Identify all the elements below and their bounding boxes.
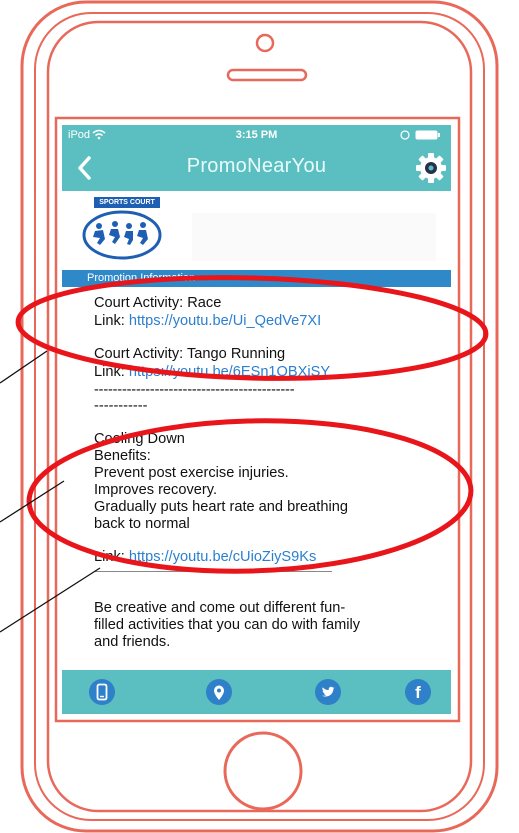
twitter-bird-icon xyxy=(321,686,335,697)
cooldown-title: Cooling Down xyxy=(94,431,185,447)
tab-facebook[interactable]: f xyxy=(405,679,431,705)
activity-1-link[interactable]: https://youtu.be/Ui_QedVe7XI xyxy=(129,313,321,329)
merchant-name-box xyxy=(192,213,436,261)
status-time: 3:15 PM xyxy=(235,129,278,141)
running-figures-logo-icon xyxy=(82,210,162,260)
navigation-bar: PromoNearYou xyxy=(62,145,451,191)
front-camera xyxy=(255,33,275,53)
tab-location[interactable] xyxy=(206,679,232,705)
benefit-line: Gradually puts heart rate and breathing xyxy=(94,499,348,515)
cooldown-link-row: Link: https://youtu.be/cUioZiyS9Ks xyxy=(94,549,316,566)
dashed-divider-continued: ----------- xyxy=(94,398,148,414)
content-area[interactable]: SPORTS COURT Promotion Information Court… xyxy=(62,191,451,670)
section-divider xyxy=(94,571,332,572)
map-pin-icon xyxy=(214,685,224,700)
activity-1-title: Court Activity: Race xyxy=(94,295,222,311)
bottom-tab-bar: f xyxy=(62,670,451,714)
benefit-line: Improves recovery. xyxy=(94,482,217,498)
sports-court-logo: SPORTS COURT xyxy=(77,197,167,261)
activity-1-link-row: Link: https://youtu.be/Ui_QedVe7XI xyxy=(94,313,321,330)
logo-text: SPORTS COURT xyxy=(94,197,160,208)
battery-icon xyxy=(415,130,441,143)
activity-2-link-row: Link: https://youtu.be/6ESn1OBXiSY xyxy=(94,364,330,381)
activity-2-link[interactable]: https://youtu.be/6ESn1OBXiSY xyxy=(129,364,330,380)
speaker-slot xyxy=(226,68,308,82)
closing-line: and friends. xyxy=(94,634,171,650)
status-bar: iPod 3:15 PM xyxy=(62,125,451,145)
cooldown-link[interactable]: https://youtu.be/cUioZiyS9Ks xyxy=(129,549,316,565)
closing-line: filled activities that you can do with f… xyxy=(94,617,361,633)
settings-button[interactable] xyxy=(414,151,448,185)
closing-line: Be creative and come out different fun- xyxy=(94,600,346,616)
benefit-line: back to normal xyxy=(94,516,190,532)
link-prefix: Link: xyxy=(94,364,129,380)
dashed-divider: ----------------------------------------… xyxy=(94,382,295,398)
activity-2-title: Court Activity: Tango Running xyxy=(94,346,286,362)
rotation-lock-icon xyxy=(400,130,410,143)
tab-twitter[interactable] xyxy=(315,679,341,705)
promotion-info-header: Promotion Information xyxy=(62,270,451,287)
home-button[interactable] xyxy=(223,731,303,811)
gear-icon xyxy=(416,153,446,183)
tab-phone[interactable] xyxy=(89,679,115,705)
benefits-label: Benefits: xyxy=(94,448,151,464)
facebook-icon: f xyxy=(415,683,421,702)
link-prefix: Link: xyxy=(94,313,129,329)
app-screen: iPod 3:15 PM PromoNearYou SPORTS COURT P… xyxy=(62,125,451,714)
page-title: PromoNearYou xyxy=(186,155,327,177)
link-prefix: Link: xyxy=(94,549,129,565)
mobile-phone-icon xyxy=(96,683,108,701)
benefit-line: Prevent post exercise injuries. xyxy=(94,465,289,481)
